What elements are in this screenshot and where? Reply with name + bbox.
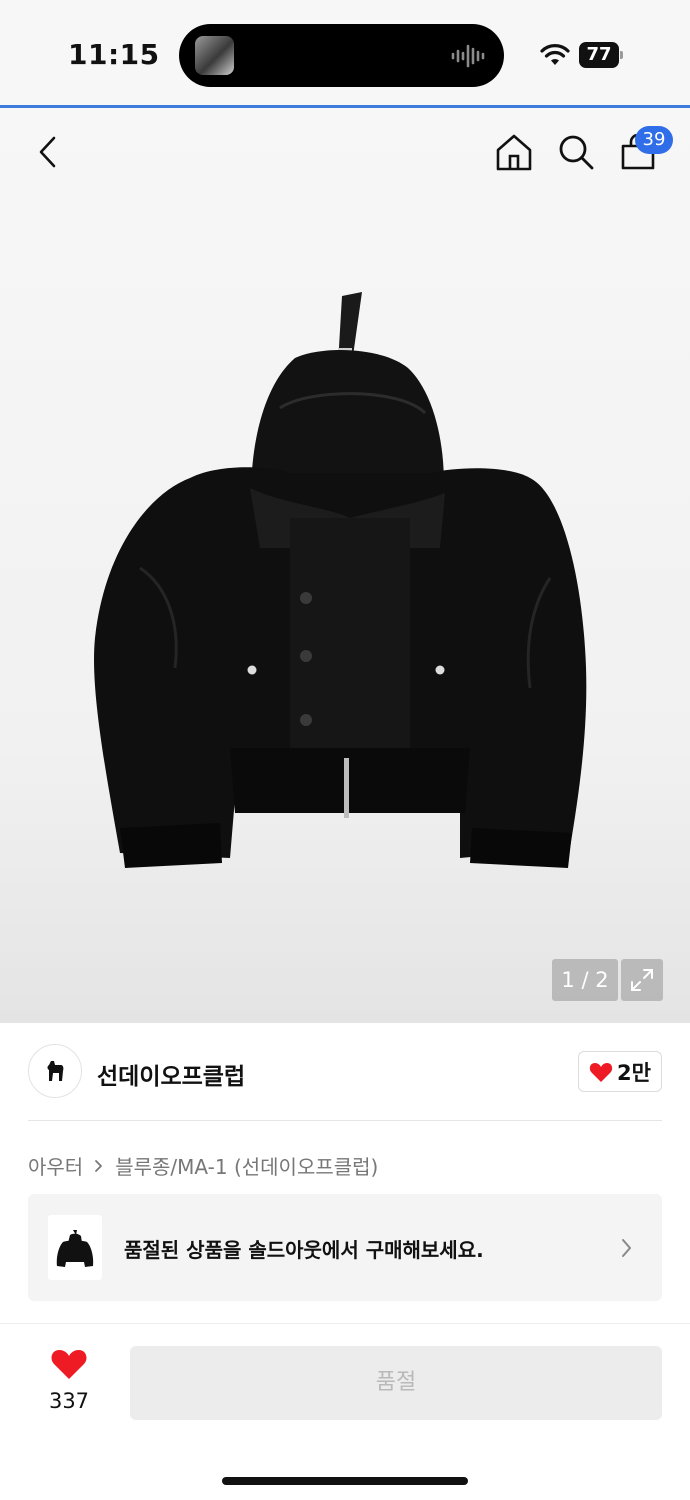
back-button[interactable] [26, 130, 70, 174]
page-indicator: 1 / 2 [552, 959, 618, 1001]
breadcrumb: 아우터 블루종/MA-1 (선데이오프클럽) [28, 1151, 378, 1180]
search-icon [559, 135, 594, 170]
status-time: 11:15 [68, 38, 160, 71]
audio-wave-icon [451, 44, 485, 68]
product-image-jacket [94, 292, 587, 868]
search-button[interactable] [554, 130, 598, 174]
product-image-gallery[interactable]: 39 1 / 2 [0, 108, 690, 1023]
wifi-icon [540, 44, 570, 65]
divider [28, 1120, 662, 1121]
chevron-right-icon [622, 1239, 631, 1257]
breadcrumb-category[interactable]: 아우터 [28, 1151, 83, 1180]
brand-like-button[interactable]: 2만 [578, 1051, 662, 1092]
brand-logo[interactable] [28, 1044, 82, 1098]
brand-logo-icon [47, 1061, 64, 1081]
wishlist-button[interactable]: 337 [40, 1347, 98, 1417]
soldout-buy-button[interactable]: 품절 [130, 1346, 662, 1420]
heart-icon [589, 1062, 613, 1082]
expand-image-button[interactable] [621, 959, 663, 1001]
home-indicator [222, 1477, 468, 1485]
dynamic-island [179, 24, 504, 87]
back-chevron-icon [39, 136, 56, 168]
brand-like-count: 2만 [617, 1060, 651, 1085]
battery-level: 77 [586, 44, 612, 65]
now-playing-thumbnail [195, 36, 234, 75]
banner-product-thumbnail [48, 1215, 102, 1280]
wishlist-count: 337 [48, 1389, 90, 1413]
chevron-right-icon [95, 1159, 103, 1172]
soldout-banner-text: 품절된 상품을 솔드아웃에서 구매해보세요. [124, 1238, 484, 1262]
soldout-banner[interactable]: 품절된 상품을 솔드아웃에서 구매해보세요. [28, 1194, 662, 1301]
divider [0, 1323, 690, 1324]
heart-icon [51, 1350, 87, 1379]
brand-name[interactable]: 선데이오프클럽 [97, 1057, 245, 1091]
status-bar: 11:15 77 [0, 0, 690, 105]
breadcrumb-subcategory[interactable]: 블루종/MA-1 (선데이오프클럽) [115, 1151, 378, 1180]
expand-icon [631, 969, 653, 991]
home-icon [496, 134, 532, 171]
home-button[interactable] [492, 130, 536, 174]
cart-count-badge: 39 [635, 126, 673, 154]
battery-indicator: 77 [579, 42, 623, 68]
